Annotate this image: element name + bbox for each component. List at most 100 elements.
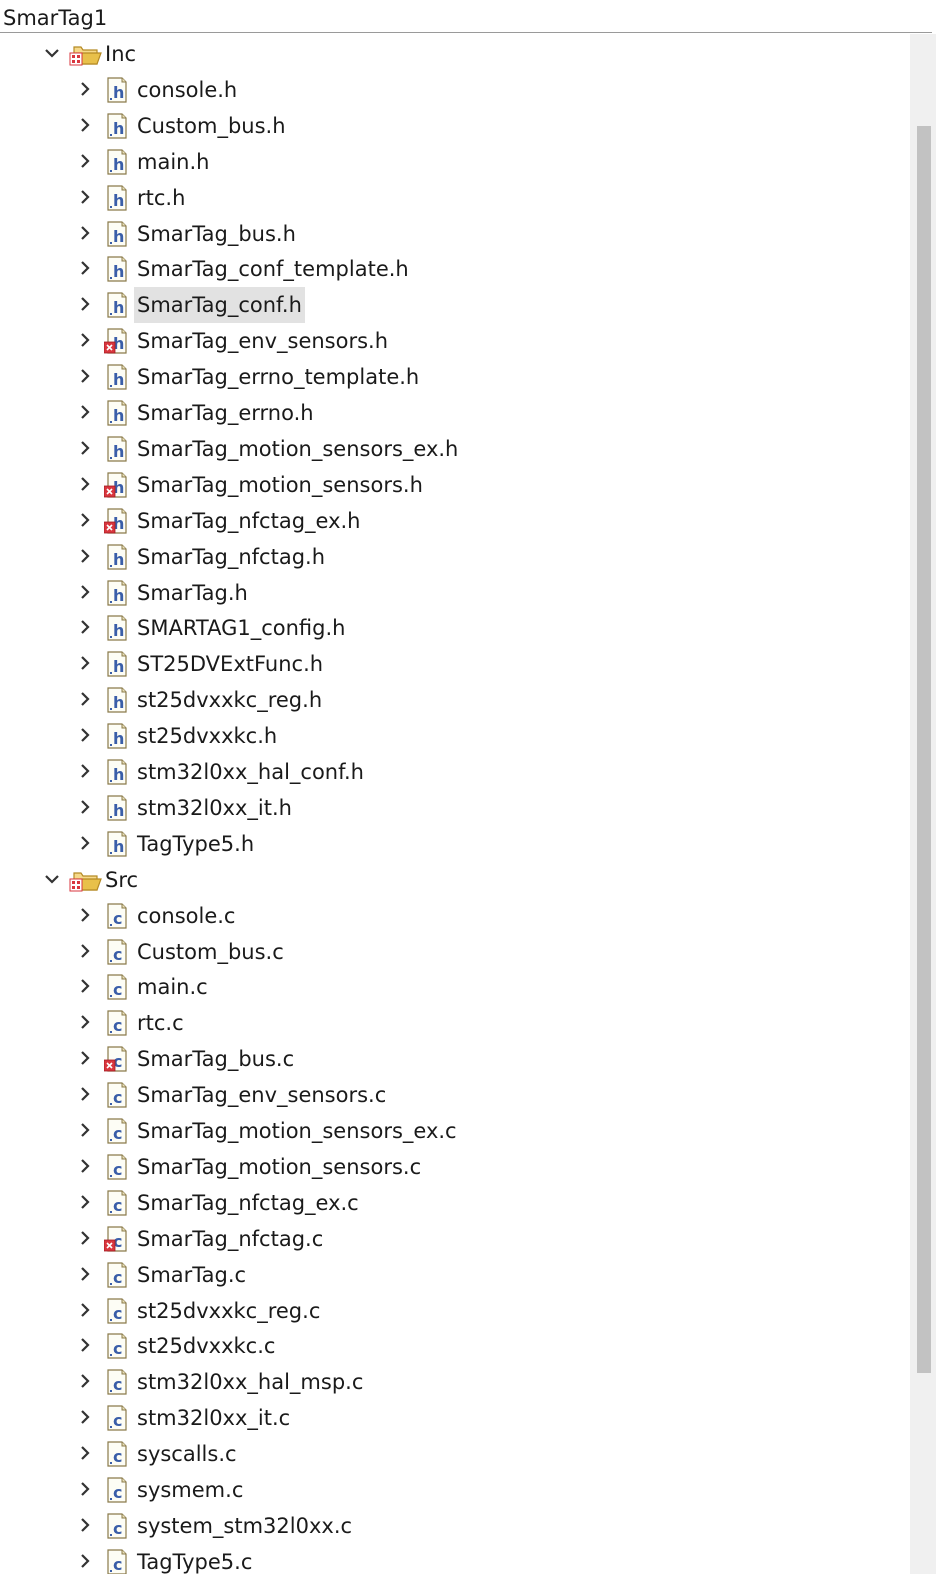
chevron-right-icon[interactable]: [77, 1122, 93, 1138]
chevron-down-icon[interactable]: [44, 45, 60, 61]
chevron-right-icon[interactable]: [77, 1553, 93, 1569]
chevron-right-icon[interactable]: [77, 225, 93, 241]
chevron-right-icon[interactable]: [77, 1194, 93, 1210]
chevron-right-icon[interactable]: [77, 799, 93, 815]
tree-file-item[interactable]: c system_stm32l0xx.c: [0, 1508, 910, 1544]
tree-file-item[interactable]: c rtc.c: [0, 1005, 910, 1041]
tree-file-item[interactable]: h SmarTag_nfctag.h: [0, 539, 910, 575]
tree-file-item[interactable]: c sysmem.c: [0, 1472, 910, 1508]
tree-file-item[interactable]: h ST25DVExtFunc.h: [0, 646, 910, 682]
tree-file-item[interactable]: c SmarTag_env_sensors.c: [0, 1077, 910, 1113]
chevron-right-icon[interactable]: [77, 978, 93, 994]
tree-file-item[interactable]: h SmarTag_nfctag_ex.h: [0, 503, 910, 539]
chevron-right-icon[interactable]: [77, 296, 93, 312]
chevron-right-icon[interactable]: [77, 1230, 93, 1246]
chevron-right-icon[interactable]: [77, 548, 93, 564]
chevron-right-icon[interactable]: [77, 1337, 93, 1353]
svg-text:h: h: [113, 370, 124, 389]
chevron-right-icon[interactable]: [77, 1050, 93, 1066]
chevron-right-icon[interactable]: [77, 189, 93, 205]
chevron-down-icon[interactable]: [44, 871, 60, 887]
tree-file-item[interactable]: h Custom_bus.h: [0, 108, 910, 144]
tree-file-item[interactable]: c stm32l0xx_hal_msp.c: [0, 1364, 910, 1400]
tree-file-item[interactable]: c TagType5.c: [0, 1544, 910, 1574]
chevron-right-icon[interactable]: [77, 1158, 93, 1174]
tree-file-item[interactable]: h stm32l0xx_it.h: [0, 790, 910, 826]
svg-text:h: h: [113, 621, 124, 640]
tree-file-item[interactable]: c SmarTag.c: [0, 1257, 910, 1293]
chevron-right-icon[interactable]: [77, 1086, 93, 1102]
tree-file-item[interactable]: c SmarTag_nfctag.c: [0, 1221, 910, 1257]
tree-file-item[interactable]: h TagType5.h: [0, 826, 910, 862]
tree-file-item[interactable]: c st25dvxxkc.c: [0, 1328, 910, 1364]
chevron-right-icon[interactable]: [77, 1302, 93, 1318]
svg-text:c: c: [113, 1375, 122, 1394]
chevron-right-icon[interactable]: [77, 404, 93, 420]
tree-file-item[interactable]: h SmarTag_errno_template.h: [0, 359, 910, 395]
tree-file-item[interactable]: h rtc.h: [0, 180, 910, 216]
svg-text:c: c: [113, 1483, 122, 1502]
tree-file-item[interactable]: c stm32l0xx_it.c: [0, 1400, 910, 1436]
tree-file-item[interactable]: c SmarTag_bus.c: [0, 1041, 910, 1077]
tree-file-item[interactable]: h SmarTag_bus.h: [0, 216, 910, 252]
chevron-right-icon[interactable]: [77, 1517, 93, 1533]
chevron-right-icon[interactable]: [77, 1409, 93, 1425]
tree-file-item[interactable]: h SmarTag_motion_sensors_ex.h: [0, 431, 910, 467]
chevron-right-icon[interactable]: [77, 117, 93, 133]
project-title[interactable]: SmarTag1: [0, 0, 932, 33]
chevron-right-icon[interactable]: [77, 81, 93, 97]
tree-folder-src[interactable]: Src: [0, 862, 910, 898]
chevron-right-icon[interactable]: [77, 368, 93, 384]
svg-text:h: h: [113, 227, 124, 246]
c-source-file-icon: c: [104, 1369, 130, 1395]
chevron-right-icon[interactable]: [77, 153, 93, 169]
scrollbar-thumb[interactable]: [917, 126, 931, 1373]
tree-file-item[interactable]: c SmarTag_nfctag_ex.c: [0, 1185, 910, 1221]
vertical-scrollbar[interactable]: [910, 34, 936, 1574]
tree-file-item[interactable]: c syscalls.c: [0, 1436, 910, 1472]
tree-file-item[interactable]: h SmarTag_errno.h: [0, 395, 910, 431]
chevron-right-icon[interactable]: [77, 763, 93, 779]
chevron-right-icon[interactable]: [77, 332, 93, 348]
tree-file-label: SmarTag_errno_template.h: [137, 365, 420, 390]
chevron-right-icon[interactable]: [77, 260, 93, 276]
tree-file-item[interactable]: c console.c: [0, 898, 910, 934]
svg-text:c: c: [113, 980, 122, 999]
chevron-right-icon[interactable]: [77, 1481, 93, 1497]
chevron-right-icon[interactable]: [77, 1266, 93, 1282]
tree-file-item[interactable]: h SmarTag_env_sensors.h: [0, 323, 910, 359]
tree-file-item[interactable]: h SmarTag_motion_sensors.h: [0, 467, 910, 503]
tree-file-item[interactable]: c Custom_bus.c: [0, 934, 910, 970]
chevron-right-icon[interactable]: [77, 655, 93, 671]
chevron-right-icon[interactable]: [77, 1014, 93, 1030]
tree-file-item[interactable]: c SmarTag_motion_sensors.c: [0, 1149, 910, 1185]
tree-file-item[interactable]: h stm32l0xx_hal_conf.h: [0, 754, 910, 790]
tree-file-item[interactable]: c main.c: [0, 969, 910, 1005]
chevron-right-icon[interactable]: [77, 835, 93, 851]
c-source-file-icon: c: [104, 1010, 130, 1036]
tree-file-item[interactable]: c SmarTag_motion_sensors_ex.c: [0, 1113, 910, 1149]
tree-file-item[interactable]: h st25dvxxkc.h: [0, 718, 910, 754]
tree-file-item[interactable]: h SmarTag_conf.h: [0, 287, 910, 324]
chevron-right-icon[interactable]: [77, 619, 93, 635]
chevron-right-icon[interactable]: [77, 943, 93, 959]
chevron-right-icon[interactable]: [77, 440, 93, 456]
tree-file-item[interactable]: h SmarTag_conf_template.h: [0, 251, 910, 287]
tree-folder-inc[interactable]: Inc: [0, 36, 910, 72]
chevron-right-icon[interactable]: [77, 512, 93, 528]
tree-file-item[interactable]: h console.h: [0, 72, 910, 108]
chevron-right-icon[interactable]: [77, 1373, 93, 1389]
tree-file-item[interactable]: h SmarTag.h: [0, 575, 910, 611]
chevron-right-icon[interactable]: [77, 727, 93, 743]
chevron-right-icon[interactable]: [77, 584, 93, 600]
tree-file-item[interactable]: h st25dvxxkc_reg.h: [0, 682, 910, 718]
tree-file-item[interactable]: h SMARTAG1_config.h: [0, 610, 910, 646]
tree-file-label: main.c: [137, 975, 208, 1000]
chevron-right-icon[interactable]: [77, 1445, 93, 1461]
chevron-right-icon[interactable]: [77, 907, 93, 923]
tree-file-label: SMARTAG1_config.h: [137, 616, 346, 641]
tree-file-item[interactable]: c st25dvxxkc_reg.c: [0, 1293, 910, 1329]
chevron-right-icon[interactable]: [77, 476, 93, 492]
chevron-right-icon[interactable]: [77, 691, 93, 707]
tree-file-item[interactable]: h main.h: [0, 144, 910, 180]
